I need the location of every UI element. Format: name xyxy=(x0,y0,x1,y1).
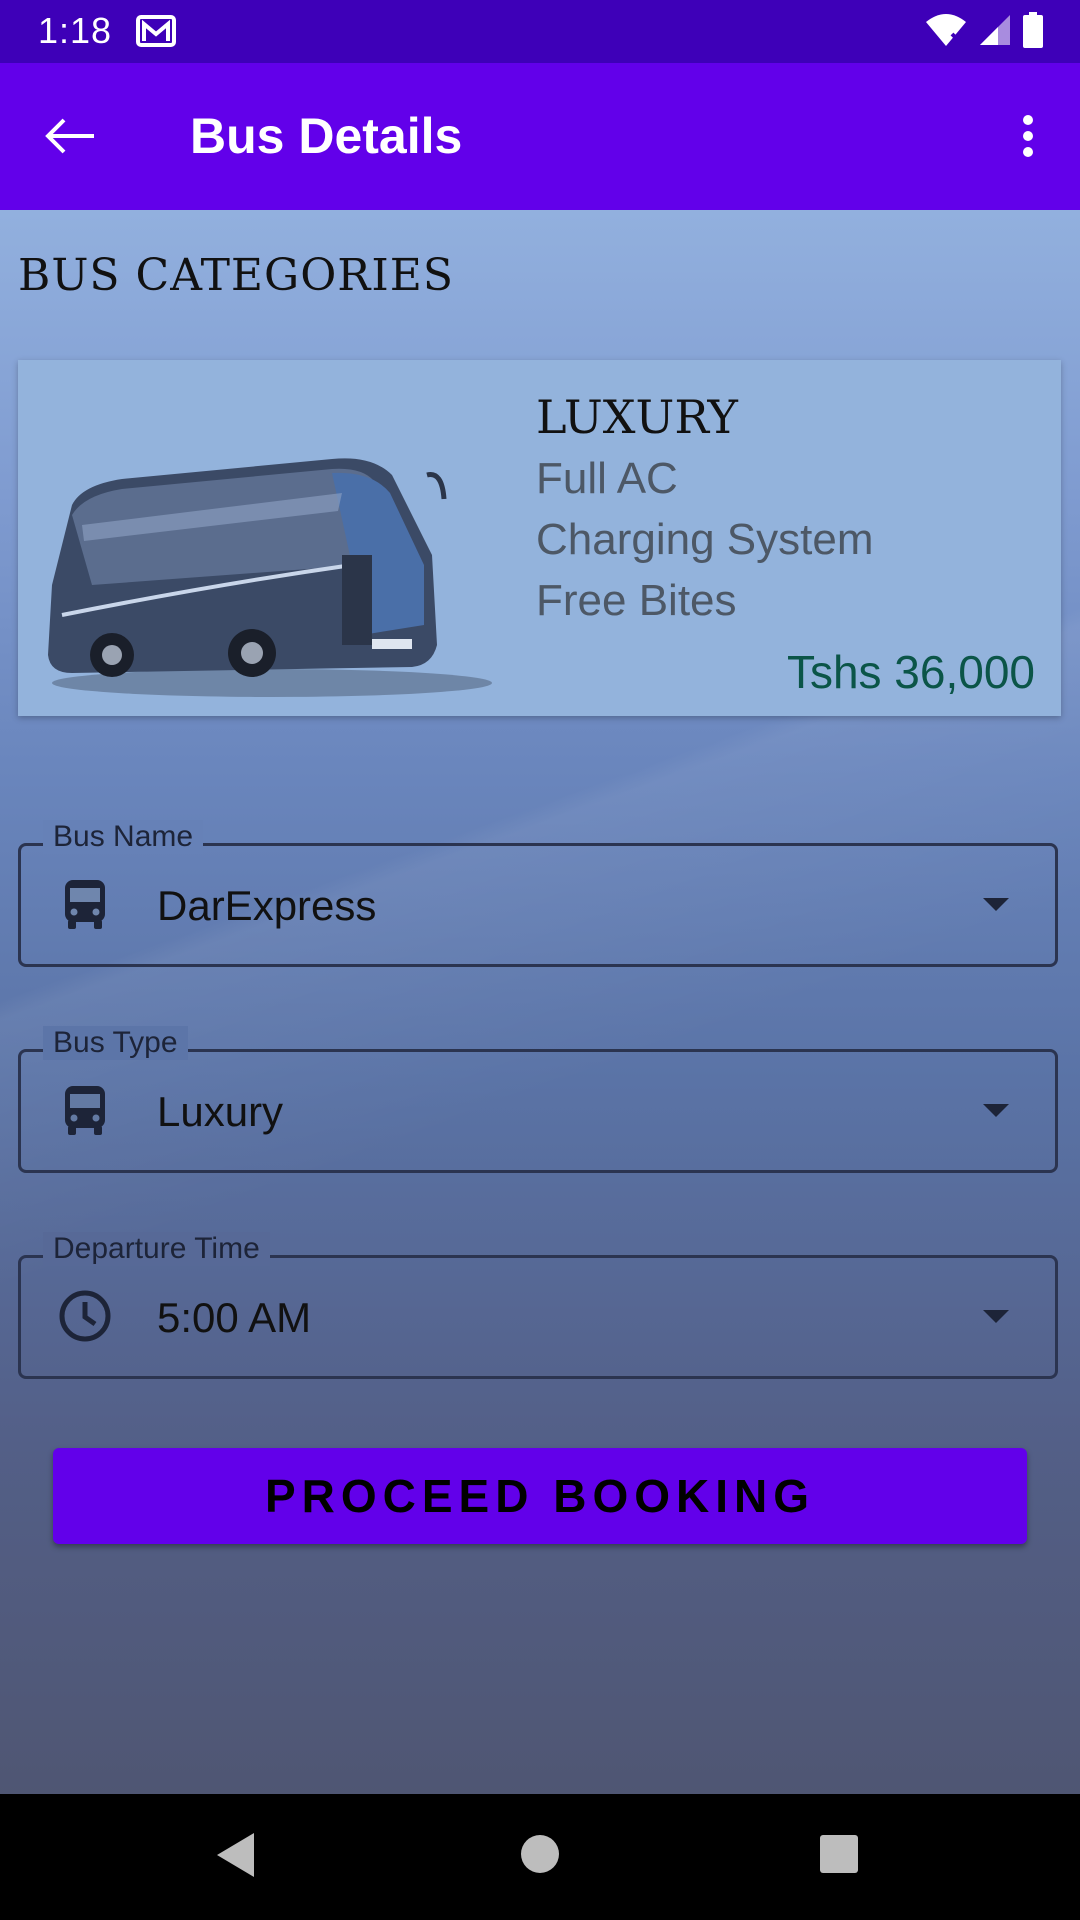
bus-type-dropdown[interactable]: Bus Type Luxury xyxy=(18,1026,1058,1173)
gmail-icon xyxy=(136,14,176,53)
nav-recents-icon[interactable] xyxy=(818,1833,860,1875)
battery-icon xyxy=(1022,12,1044,53)
section-title: BUS CATEGORIES xyxy=(18,250,455,301)
arrow-back-icon xyxy=(45,118,94,154)
bus-type-value: Luxury xyxy=(157,1088,284,1135)
feature-charging: Charging System xyxy=(536,515,874,564)
dropdown-arrow-icon xyxy=(983,1104,1009,1117)
bus-name-value: DarExpress xyxy=(157,882,377,929)
feature-ac: Full AC xyxy=(536,454,678,503)
screen: 1:18 Bus Details BUS CATEGORIES LUXURY F… xyxy=(0,0,1080,1920)
bus-icon xyxy=(65,1086,105,1135)
clock-icon xyxy=(59,1290,111,1342)
overflow-menu-button[interactable] xyxy=(1000,103,1056,169)
wifi-icon xyxy=(924,12,968,53)
status-time: 1:18 xyxy=(38,10,113,51)
system-nav-bar xyxy=(0,1794,1080,1920)
status-bar: 1:18 xyxy=(0,0,1080,63)
proceed-booking-button[interactable]: PROCEED BOOKING xyxy=(53,1448,1027,1544)
feature-bites: Free Bites xyxy=(536,576,737,625)
status-icons xyxy=(924,12,1044,53)
signal-icon xyxy=(978,13,1012,52)
dropdown-arrow-icon xyxy=(983,1310,1009,1323)
departure-time-value: 5:00 AM xyxy=(157,1294,312,1341)
page-title: Bus Details xyxy=(190,108,463,164)
bus-image xyxy=(48,458,492,697)
bus-name-dropdown[interactable]: Bus Name DarExpress xyxy=(18,820,1058,967)
departure-time-dropdown[interactable]: Departure Time 5:00 AM xyxy=(18,1232,1058,1379)
back-button[interactable] xyxy=(40,108,100,164)
nav-back-icon[interactable] xyxy=(214,1830,258,1880)
content-area: BUS CATEGORIES LUXURY Full AC Charging S… xyxy=(0,210,1080,1794)
category-price: Tshs 36,000 xyxy=(786,646,1035,698)
bus-category-card[interactable]: LUXURY Full AC Charging System Free Bite… xyxy=(18,360,1061,716)
bus-type-label: Bus Type xyxy=(43,1026,188,1060)
bus-icon xyxy=(65,880,105,929)
nav-home-icon[interactable] xyxy=(518,1832,562,1876)
app-bar: Bus Details xyxy=(0,63,1080,210)
departure-time-label: Departure Time xyxy=(43,1232,270,1266)
dropdown-arrow-icon xyxy=(983,898,1009,911)
bus-name-label: Bus Name xyxy=(43,820,204,854)
more-vert-icon xyxy=(1023,115,1033,157)
category-title: LUXURY xyxy=(536,390,738,444)
